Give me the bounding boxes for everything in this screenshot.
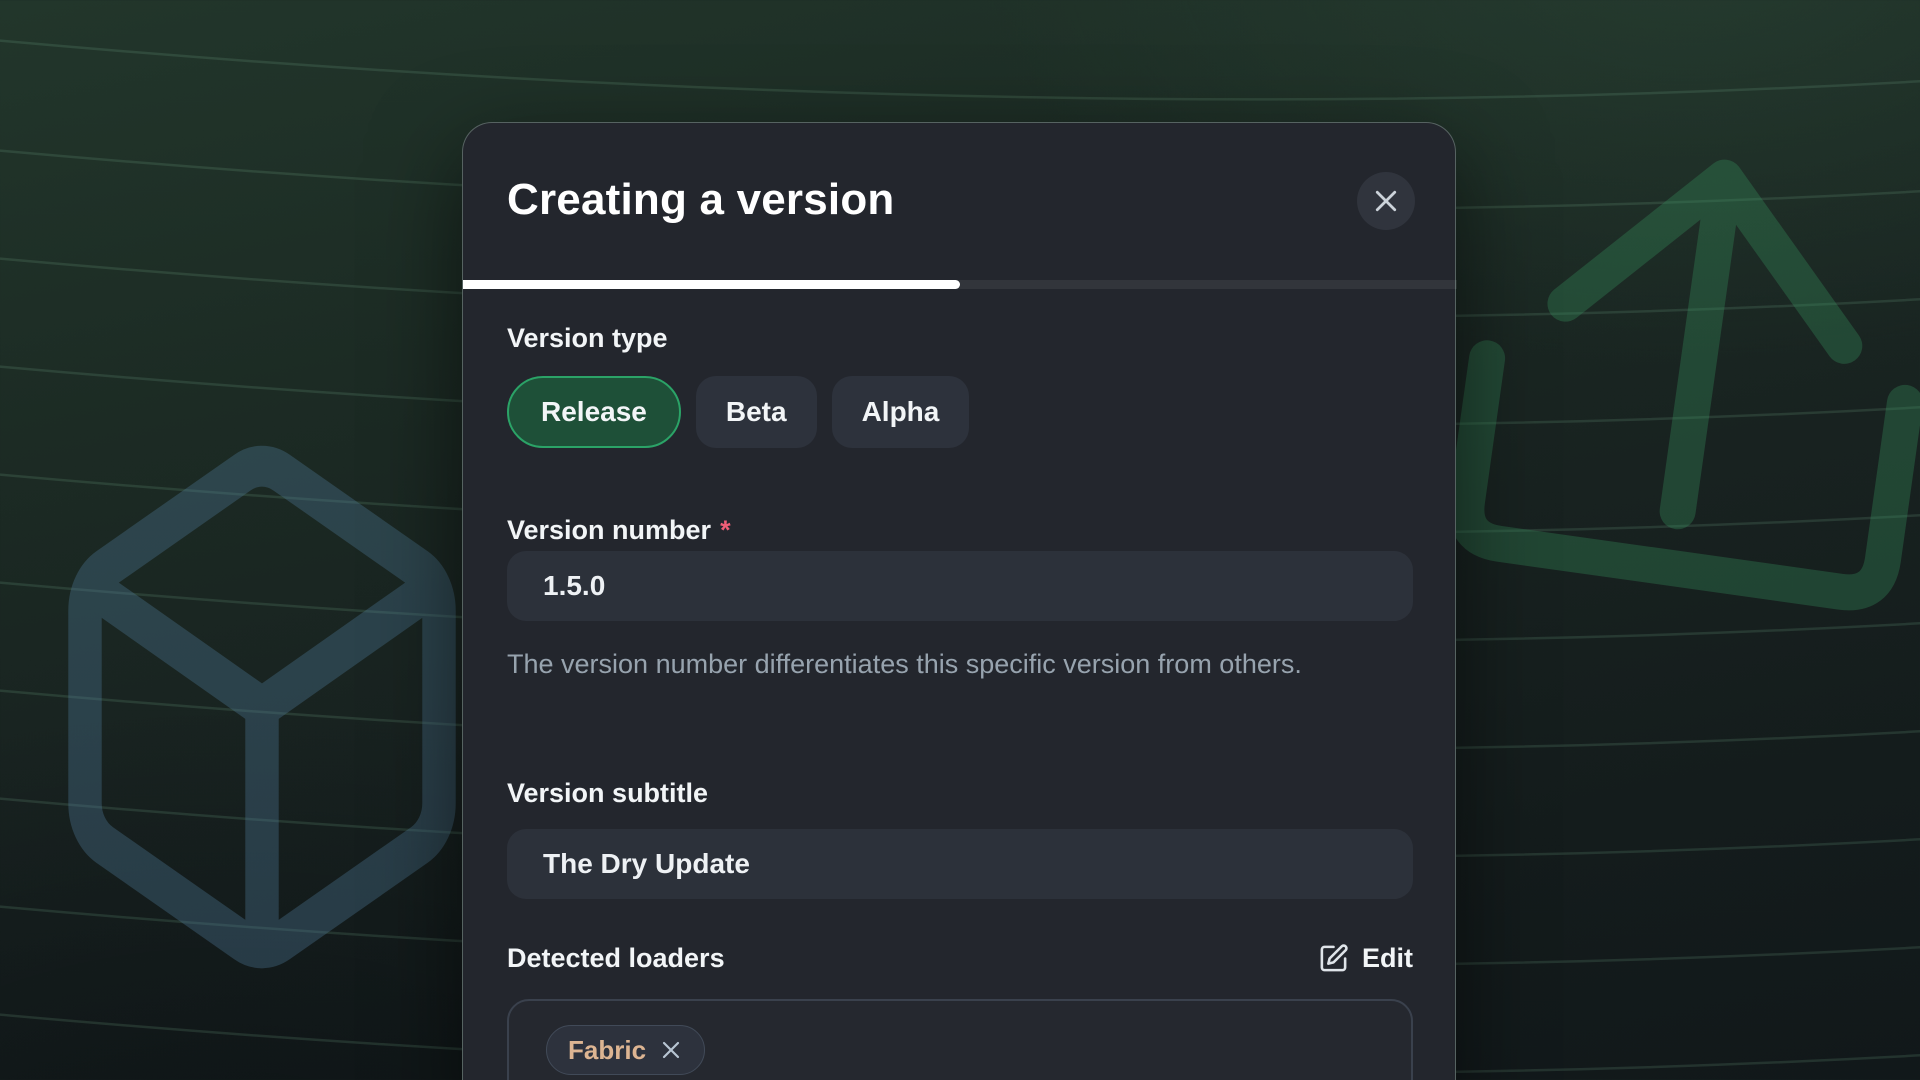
close-icon <box>1371 186 1401 216</box>
remove-loader-button[interactable] <box>659 1038 683 1062</box>
edit-loaders-button[interactable]: Edit <box>1318 943 1413 974</box>
modal-title: Creating a version <box>507 175 895 225</box>
version-type-release-button[interactable]: Release <box>507 376 681 448</box>
loader-chip-label: Fabric <box>568 1035 646 1066</box>
version-type-options: Release Beta Alpha <box>507 376 969 448</box>
version-number-help-text: The version number differentiates this s… <box>507 643 1347 685</box>
edit-button-label: Edit <box>1362 943 1413 974</box>
version-type-label: Version type <box>507 323 668 354</box>
version-type-alpha-button[interactable]: Alpha <box>832 376 970 448</box>
creating-version-modal: Creating a version Version type Release … <box>462 122 1456 1080</box>
progress-bar <box>463 280 1457 289</box>
version-type-beta-button[interactable]: Beta <box>696 376 817 448</box>
detected-loaders-box: Fabric <box>507 999 1413 1080</box>
version-number-label-text: Version number <box>507 515 711 545</box>
remove-loader-x-icon <box>659 1038 683 1062</box>
detected-loaders-row: Detected loaders Edit <box>507 943 1413 974</box>
version-number-input[interactable] <box>507 551 1413 621</box>
version-subtitle-input[interactable] <box>507 829 1413 899</box>
loader-chip-fabric: Fabric <box>546 1025 705 1075</box>
box-outline-icon <box>26 418 498 996</box>
required-asterisk: * <box>720 515 731 545</box>
upload-arrow-icon <box>1415 26 1920 650</box>
version-number-label: Version number * <box>507 515 731 546</box>
close-button[interactable] <box>1357 172 1415 230</box>
page-background: { "colors": { "accent_green_border": "#2… <box>0 0 1920 1080</box>
progress-fill <box>463 280 960 289</box>
edit-pencil-icon <box>1318 943 1349 974</box>
version-subtitle-label: Version subtitle <box>507 778 708 809</box>
detected-loaders-label: Detected loaders <box>507 943 725 974</box>
